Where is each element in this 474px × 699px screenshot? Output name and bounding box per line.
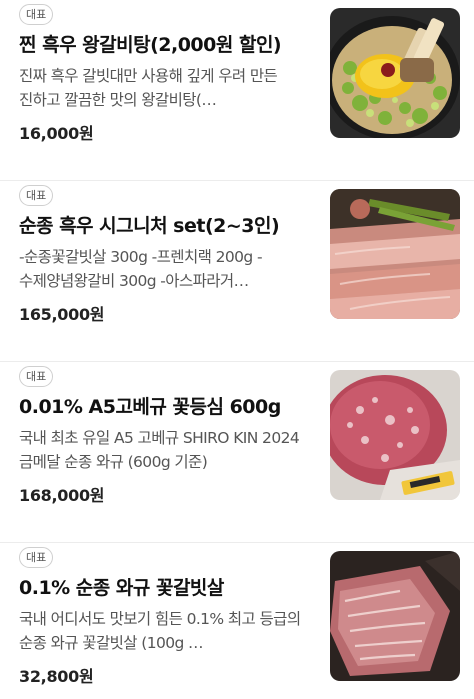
menu-item-title[interactable]: 0.01% A5고베규 꽃등심 600g [19,392,319,419]
kobe-ribeye-image[interactable] [330,370,460,500]
signature-badge: 대표 [19,185,54,206]
menu-item-description: 국내 최초 유일 A5 고베규 SHIRO KIN 2024 금메달 순종 와규… [19,429,300,471]
menu-item-wagyu-galbisal[interactable]: 대표 0.1% 순종 와규 꽃갈빗살 국내 어디서도 맛보기 힘든 0.1% 최… [0,543,474,699]
wagyu-galbisal-image[interactable] [330,551,460,681]
signature-badge: 대표 [19,4,54,25]
menu-item-price: 16,000원 [19,124,94,143]
galbitang-image[interactable] [330,8,460,138]
menu-item-title[interactable]: 순종 흑우 시그니처 set(2~3인) [19,211,319,238]
signature-badge: 대표 [19,366,54,387]
menu-item-signature-set[interactable]: 대표 순종 흑우 시그니처 set(2~3인) -순종꽃갈빗살 300g -프렌… [0,181,474,362]
menu-item-title[interactable]: 찐 흑우 왕갈비탕(2,000원 할인) [19,30,319,57]
menu-item-kobe-ribeye[interactable]: 대표 0.01% A5고베규 꽃등심 600g 국내 최초 유일 A5 고베규 … [0,362,474,543]
menu-item-price: 168,000원 [19,486,105,505]
menu-item-title[interactable]: 0.1% 순종 와규 꽃갈빗살 [19,573,319,600]
menu-item-description: -순종꽃갈빗살 300g -프렌치랙 200g -수제양념왕갈비 300g -아… [19,248,263,290]
menu-list: 대표 찐 흑우 왕갈비탕(2,000원 할인) 진짜 흑우 갈빗대만 사용해 깊… [0,0,474,699]
menu-item-galbitang[interactable]: 대표 찐 흑우 왕갈비탕(2,000원 할인) 진짜 흑우 갈빗대만 사용해 깊… [0,0,474,181]
signature-badge: 대표 [19,547,54,568]
menu-item-description: 진짜 흑우 갈빗대만 사용해 깊게 우려 만든 진하고 깔끔한 맛의 왕갈비탕(… [19,67,278,109]
signature-set-image[interactable] [330,189,460,319]
menu-item-price: 32,800원 [19,667,94,686]
menu-item-description: 국내 어디서도 맛보기 힘든 0.1% 최고 등급의 순종 와규 꽃갈빗살 (1… [19,610,301,652]
menu-item-price: 165,000원 [19,305,105,324]
